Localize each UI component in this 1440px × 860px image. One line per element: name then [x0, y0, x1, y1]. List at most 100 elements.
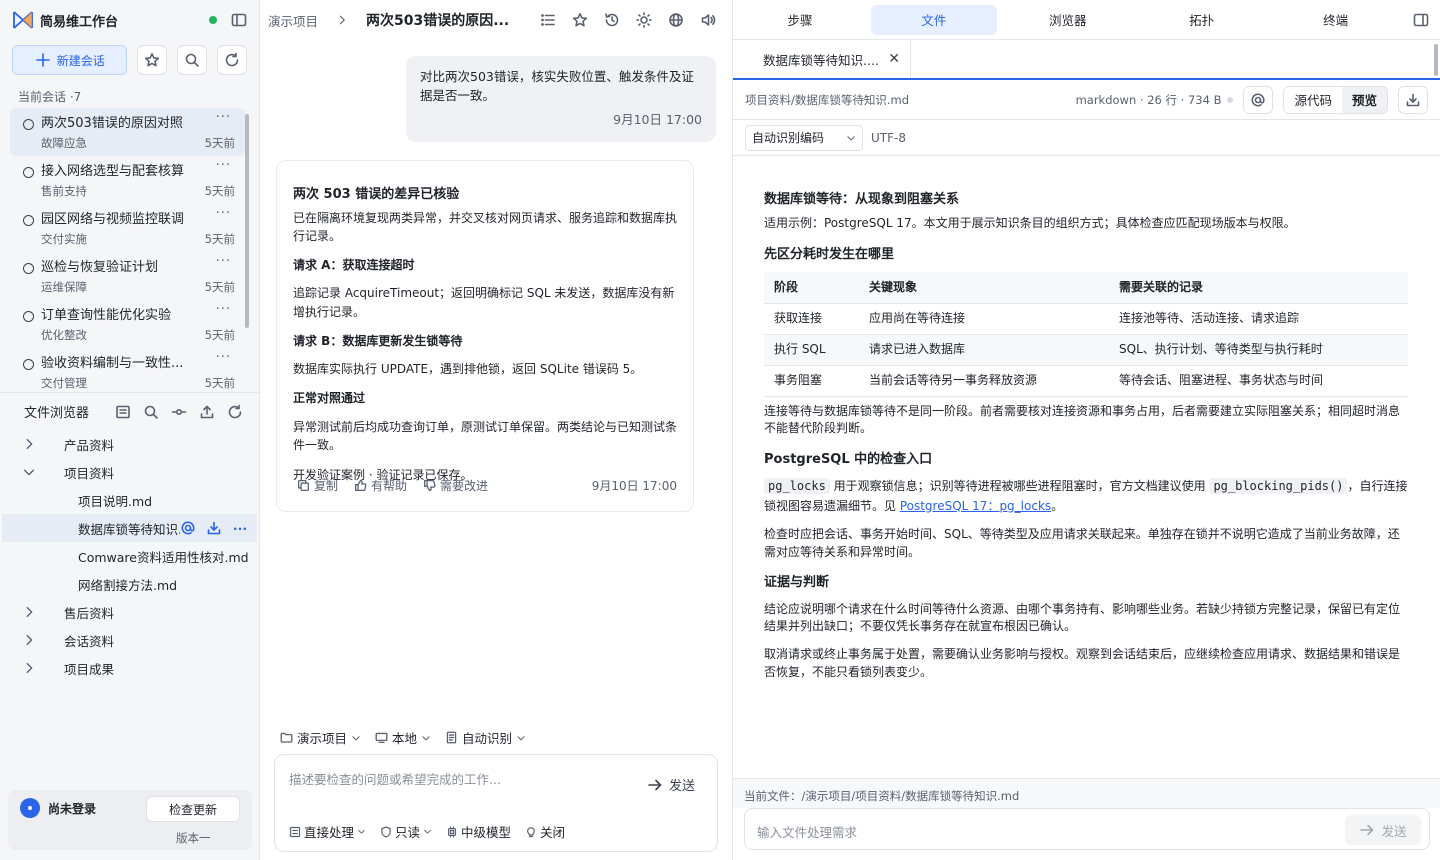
execution-mode-dropdown[interactable]: 直接处理	[289, 822, 366, 841]
send-button[interactable]: 发送	[647, 775, 695, 794]
session-status-icon	[23, 359, 34, 370]
toggle-panel-icon[interactable]	[1407, 12, 1437, 28]
speaker-icon[interactable]	[692, 12, 724, 28]
tree-folder[interactable]: 会话资料	[0, 626, 259, 654]
file-tree: 产品资料 项目资料 项目说明.md 数据库锁等待知识.md ··· Comwar…	[0, 430, 259, 682]
open-file-tab[interactable]: 数据库锁等待知识.... ✕	[733, 40, 911, 78]
more-icon[interactable]: ···	[229, 520, 251, 536]
tab-terminal[interactable]: 终端	[1273, 5, 1399, 35]
chevron-down-icon	[423, 827, 432, 836]
environment-selector[interactable]: 本地	[375, 728, 431, 747]
encoding-bar: 自动识别编码 UTF-8	[733, 120, 1440, 156]
tab-topology[interactable]: 拓扑	[1139, 5, 1265, 35]
more-icon[interactable]: ···	[216, 110, 231, 125]
tree-file-selected[interactable]: 数据库锁等待知识.md ···	[2, 514, 257, 542]
favorites-button[interactable]	[137, 45, 168, 75]
tree-file[interactable]: Comware资料适用性核对.md	[0, 542, 259, 570]
list-icon[interactable]	[532, 12, 564, 28]
more-icon[interactable]: ···	[216, 206, 231, 221]
more-icon[interactable]: ···	[216, 302, 231, 317]
table-cell: 当前会话等待另一事务释放资源	[859, 365, 1109, 397]
more-icon[interactable]: ···	[216, 158, 231, 173]
session-tag: 故障应急	[41, 136, 87, 150]
commit-icon[interactable]	[165, 404, 193, 420]
file-request-input[interactable]: 输入文件处理需求 发送	[744, 808, 1430, 850]
session-item[interactable]: 巡检与恢复验证计划 ··· 运维保障 5天前	[10, 252, 245, 300]
globe-icon[interactable]	[660, 12, 692, 28]
download-icon[interactable]	[203, 520, 225, 536]
toggle-sidebar-icon[interactable]	[231, 12, 247, 28]
project-selector-label: 演示项目	[297, 731, 348, 746]
search-icon[interactable]	[137, 404, 165, 420]
chevron-right-icon	[22, 436, 36, 452]
tab-steps[interactable]: 步骤	[737, 5, 863, 35]
table-cell: 应用尚在等待连接	[859, 303, 1109, 335]
close-icon[interactable]: ✕	[888, 51, 900, 67]
tree-file[interactable]: 项目说明.md	[0, 486, 259, 514]
session-list: 两次503错误的原因对照 ··· 故障应急 5天前 接入网络选型与配套核算 ···…	[0, 108, 259, 390]
assistant-paragraph: 追踪记录 AcquireTimeout；返回明确标记 SQL 未发送，数据库没有…	[293, 286, 675, 319]
view-source-button[interactable]: 源代码	[1284, 87, 1342, 113]
environment-selector-label: 本地	[392, 731, 418, 746]
project-selector[interactable]: 演示项目	[280, 728, 361, 747]
doc-paragraph: 取消请求或终止事务属于处置，需要确认业务影响与授权。观察到会话结束后，应继续检查…	[764, 647, 1401, 679]
history-icon[interactable]	[596, 12, 628, 28]
composer-input[interactable]: 描述要检查的问题或希望完成的工作...	[289, 769, 501, 788]
doc-link[interactable]: PostgreSQL 17：pg_locks	[900, 499, 1051, 513]
refresh-sessions-button[interactable]	[217, 45, 247, 75]
workspace-pane: 步骤 文件 浏览器 拓扑 终端 数据库锁等待知识.... ✕ 项目资料/数据库锁…	[733, 0, 1440, 860]
more-icon[interactable]: ···	[216, 254, 231, 269]
mention-icon[interactable]	[177, 520, 199, 536]
table-cell: 等待会话、阻塞进程、事务状态与时间	[1109, 365, 1408, 397]
assistant-paragraph: 数据库实际执行 UPDATE，遇到排他锁，返回 SQLite 错误码 5。	[293, 362, 643, 377]
refresh-icon[interactable]	[221, 404, 249, 420]
user-message: 对比两次503错误，核实失败位置、触发条件及证据是否一致。 9月10日 17:0…	[406, 56, 716, 142]
session-status-icon	[23, 119, 34, 130]
theme-sun-icon[interactable]	[628, 12, 660, 28]
model-dropdown[interactable]: 中级模型	[446, 822, 511, 841]
mention-file-button[interactable]	[1243, 85, 1274, 114]
login-status[interactable]: 尚未登录	[48, 800, 96, 817]
search-sessions-button[interactable]	[177, 45, 208, 75]
table-cell: 连接池等待、活动连接、请求追踪	[1109, 303, 1408, 335]
tree-folder[interactable]: 项目资料	[0, 458, 259, 486]
send-label: 发送	[668, 779, 695, 794]
tree-folder[interactable]: 售后资料	[0, 598, 259, 626]
copy-icon	[297, 479, 310, 492]
file-list-icon[interactable]	[109, 404, 137, 420]
view-preview-button[interactable]: 预览	[1341, 86, 1387, 113]
tabs-scrollbar[interactable]	[1434, 44, 1438, 76]
folder-label: 产品资料	[64, 437, 115, 453]
download-file-button[interactable]	[1398, 85, 1428, 114]
session-list-scrollbar[interactable]	[245, 114, 249, 328]
doc-text: 。	[1051, 498, 1064, 513]
mode-selector[interactable]: 自动识别	[445, 728, 526, 747]
tree-folder[interactable]: 产品资料	[0, 430, 259, 458]
session-item[interactable]: 接入网络选型与配套核算 ··· 售前支持 5天前	[10, 156, 245, 204]
tree-folder[interactable]: 项目成果	[0, 654, 259, 682]
file-send-button[interactable]: 发送	[1345, 815, 1421, 845]
upload-icon[interactable]	[193, 404, 221, 420]
needs-improvement-button[interactable]: 需要改进	[423, 477, 488, 495]
session-item[interactable]: 园区网络与视频监控联调 ··· 交付实施 5天前	[10, 204, 245, 252]
encoding-select[interactable]: 自动识别编码	[745, 124, 863, 151]
permission-dropdown[interactable]: 只读	[380, 822, 432, 841]
session-age: 5天前	[204, 280, 235, 294]
session-item[interactable]: 验收资料编制与一致性... ··· 交付管理 5天前	[10, 348, 245, 390]
file-path: 项目资料/数据库锁等待知识.md	[745, 92, 910, 107]
breadcrumb-project[interactable]: 演示项目	[268, 11, 318, 30]
star-icon[interactable]	[564, 12, 596, 28]
tab-files[interactable]: 文件	[870, 4, 997, 35]
session-item[interactable]: 订单查询性能优化实验 ··· 优化整改 5天前	[10, 300, 245, 348]
session-item[interactable]: 两次503错误的原因对照 ··· 故障应急 5天前	[10, 108, 245, 156]
new-chat-button[interactable]: 新建会话	[12, 45, 128, 75]
tips-toggle[interactable]: 关闭	[525, 822, 565, 841]
copy-button[interactable]: 复制	[297, 477, 338, 495]
more-icon[interactable]: ···	[216, 350, 231, 365]
tree-file[interactable]: 网络割接方法.md	[0, 570, 259, 598]
avatar[interactable]	[20, 798, 40, 818]
inline-code: pg_blocking_pids()	[1209, 478, 1348, 495]
check-update-button[interactable]: 检查更新	[146, 796, 240, 822]
tab-browser[interactable]: 浏览器	[1005, 5, 1131, 35]
helpful-button[interactable]: 有帮助	[354, 477, 407, 495]
